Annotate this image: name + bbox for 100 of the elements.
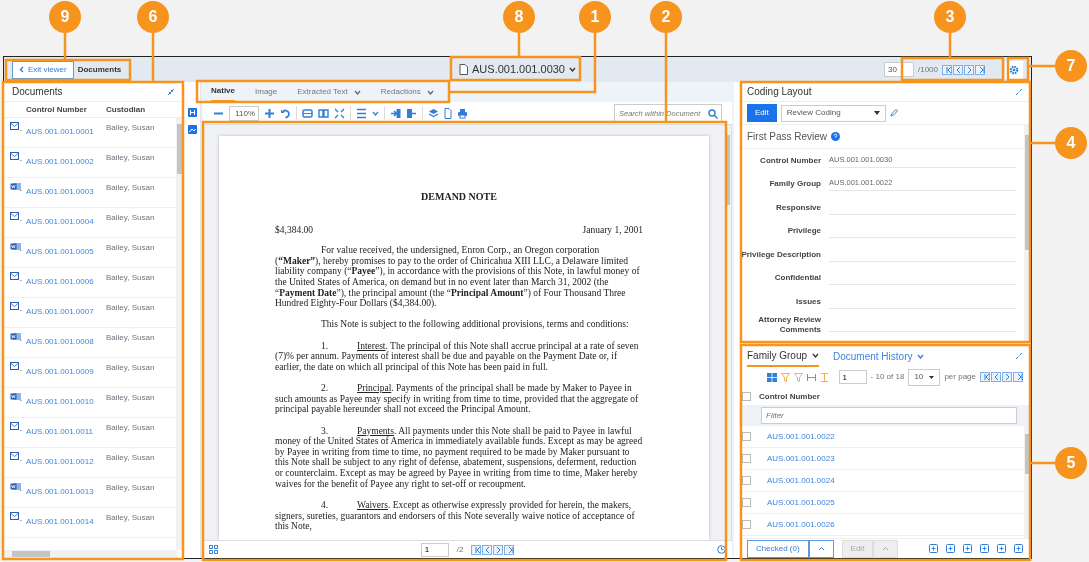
two-page-icon[interactable] bbox=[318, 107, 329, 119]
pencil-icon[interactable] bbox=[889, 109, 898, 117]
next-page-icon[interactable] bbox=[1002, 372, 1012, 382]
last-page-icon[interactable] bbox=[504, 544, 515, 555]
previous-page-icon[interactable] bbox=[482, 544, 493, 555]
page-range: - 10 of 18 bbox=[870, 371, 905, 383]
column-width-icon[interactable] bbox=[806, 372, 816, 382]
rotate-icon[interactable] bbox=[280, 107, 291, 119]
highlight-icon[interactable] bbox=[187, 108, 197, 117]
document-link[interactable]: AUS.001.001.0012 bbox=[26, 452, 106, 468]
row-height-icon[interactable] bbox=[819, 372, 829, 382]
page-total: /2 bbox=[456, 543, 464, 556]
next-page-icon[interactable] bbox=[493, 544, 504, 555]
document-position-field[interactable]: 30 bbox=[883, 62, 914, 77]
caret-icon bbox=[569, 67, 576, 72]
row-checkbox[interactable] bbox=[742, 432, 751, 441]
document-link[interactable]: AUS.001.001.0001 bbox=[26, 122, 106, 138]
last-page-icon[interactable] bbox=[1013, 372, 1023, 382]
document-text: $4,384.00 bbox=[275, 224, 313, 236]
scrollbar[interactable] bbox=[176, 118, 183, 550]
settings-icon bbox=[1009, 64, 1019, 75]
leader-line bbox=[1030, 461, 1055, 465]
checked-button[interactable]: Checked (0) bbox=[747, 539, 809, 558]
document-link[interactable]: AUS.001.001.0002 bbox=[26, 152, 106, 168]
document-paragraph: 1. Interest. The principal of this Note shall accrue principal at a rate of seven (7)% per annum. Payments of interest shall be due and payable on the Payment Date or, if earlier, the date on which all principal of this Note has been paid in full. bbox=[275, 340, 640, 373]
document-paragraph: For value received, the undersigned, Enron Corp., an Oregon corporation (“Maker”), hereby promises to pay to the order of Chiricahua XIII LLC, a Delaware limited liability company (“Payee”), in accordance with the provisions of this Note, in lawful money of the United States of America, on demand but in no event later than March 31, 2002 (the “Payment Date”), the principal amount (the “Principal Amount”) of Four Thousand Three Hundred Eighty-Four Dollars ($4,384.00). bbox=[275, 245, 641, 309]
grid-icon[interactable] bbox=[766, 372, 777, 382]
document-paragraph: 3. Payments. All payments under this Note shall be paid to Payee in lawful money of the United States of America in immediately available funds. Except as may be agreed by Payee in writing from time to time, no payment required to be made by Maker pursuant to this Note shall be subject to any right of defense, abatement, suspensions, deferment, reduction or counterclaim. Except as may be agreed by Payee in writing from time to time, Maker hereby waives for the benefit of Payee any right to set-off or recoupment. bbox=[275, 425, 643, 490]
leader-line bbox=[1030, 141, 1055, 145]
thumbnails-icon[interactable] bbox=[209, 545, 218, 554]
edit-button[interactable]: Edit bbox=[747, 104, 777, 122]
last-page-icon[interactable] bbox=[975, 64, 985, 75]
document-link[interactable]: AUS.001.001.0010 bbox=[26, 392, 106, 408]
document-link[interactable]: AUS.001.001.0004 bbox=[26, 212, 106, 228]
document-link[interactable]: AUS.001.001.0003 bbox=[26, 182, 106, 198]
import-icon[interactable] bbox=[390, 107, 401, 119]
document-link[interactable]: AUS.001.001.0013 bbox=[26, 482, 106, 498]
page-field[interactable]: 1 bbox=[838, 370, 867, 384]
layout-select[interactable]: Review Coding bbox=[780, 104, 886, 122]
previous-page-icon[interactable] bbox=[953, 64, 963, 75]
first-page-icon[interactable] bbox=[471, 544, 482, 555]
history-icon[interactable] bbox=[717, 545, 726, 554]
help-icon[interactable] bbox=[831, 132, 840, 141]
row-checkbox[interactable] bbox=[742, 520, 751, 529]
layers-icon[interactable] bbox=[428, 107, 439, 119]
scrollbar[interactable] bbox=[1024, 125, 1031, 342]
caret-icon bbox=[917, 353, 925, 359]
first-page-icon[interactable] bbox=[980, 372, 990, 382]
previous-page-icon[interactable] bbox=[991, 372, 1001, 382]
first-page-icon[interactable] bbox=[942, 64, 952, 75]
panel-tab[interactable]: Family Group bbox=[747, 345, 819, 367]
document-link[interactable]: AUS.001.001.0008 bbox=[26, 332, 106, 348]
table-cell-text: Bailey, Susan bbox=[106, 182, 156, 194]
viewer-tab[interactable]: Extracted Text bbox=[297, 83, 361, 101]
filter-field[interactable]: Filter bbox=[761, 407, 1017, 424]
page-field[interactable]: 1 bbox=[420, 542, 449, 557]
callout-badge: 7 bbox=[1055, 50, 1087, 82]
breadcrumb-link[interactable]: Documents bbox=[77, 63, 122, 76]
callout-badge: 4 bbox=[1055, 127, 1087, 159]
row-checkbox[interactable] bbox=[742, 454, 751, 463]
next-page-icon[interactable] bbox=[964, 64, 974, 75]
horizontal-scrollbar[interactable] bbox=[4, 550, 177, 558]
document-link[interactable]: AUS.001.001.0014 bbox=[26, 512, 106, 528]
select-all-checkbox[interactable] bbox=[742, 392, 751, 401]
page-layout-icon[interactable] bbox=[356, 107, 367, 119]
document-link[interactable]: AUS.001.001.0011 bbox=[26, 422, 106, 438]
row-checkbox[interactable] bbox=[742, 498, 751, 507]
document-link[interactable]: AUS.001.001.0005 bbox=[26, 242, 106, 258]
filter-icon[interactable] bbox=[780, 372, 790, 382]
per-page-select[interactable]: 10 bbox=[908, 368, 941, 386]
document-link[interactable]: AUS.001.001.0007 bbox=[26, 302, 106, 318]
panel-tab[interactable]: Document History bbox=[833, 346, 925, 366]
email-icon bbox=[10, 362, 22, 371]
expand-button[interactable] bbox=[808, 539, 834, 558]
document-link[interactable]: AUS.001.001.0023 bbox=[767, 452, 835, 465]
clear-filter-icon[interactable] bbox=[793, 372, 803, 382]
document-link[interactable]: AUS.001.001.0025 bbox=[767, 496, 835, 509]
field-label: Control Number bbox=[759, 155, 821, 166]
chevron-up-icon bbox=[882, 546, 890, 551]
zoom-in-icon[interactable] bbox=[264, 107, 275, 119]
column-header: Control Number bbox=[26, 103, 88, 116]
viewer-tab[interactable]: Redactions bbox=[380, 83, 434, 101]
document-link[interactable]: AUS.001.001.0022 bbox=[767, 430, 835, 443]
scrollbar[interactable] bbox=[1024, 426, 1031, 538]
document-link[interactable]: AUS.001.001.0024 bbox=[767, 474, 835, 487]
table-cell-text: Bailey, Susan bbox=[106, 482, 156, 494]
document-link[interactable]: AUS.001.001.0006 bbox=[26, 272, 106, 288]
field-label: Family Group bbox=[768, 179, 821, 190]
caret-icon bbox=[929, 375, 935, 379]
document-link[interactable]: AUS.001.001.0009 bbox=[26, 362, 106, 378]
viewer-tab[interactable]: Image bbox=[255, 83, 278, 101]
document-link[interactable]: AUS.001.001.0026 bbox=[767, 518, 835, 531]
fit-width-icon[interactable] bbox=[302, 107, 313, 119]
row-checkbox[interactable] bbox=[742, 476, 751, 485]
print-icon[interactable] bbox=[457, 107, 468, 119]
zoom-field[interactable]: 110% bbox=[229, 105, 259, 121]
image-icon[interactable] bbox=[187, 125, 197, 134]
document-title-dropdown[interactable]: AUS.001.001.0030 bbox=[459, 61, 576, 78]
fullscreen-icon[interactable] bbox=[334, 107, 345, 119]
field-label: Issues bbox=[795, 296, 821, 307]
